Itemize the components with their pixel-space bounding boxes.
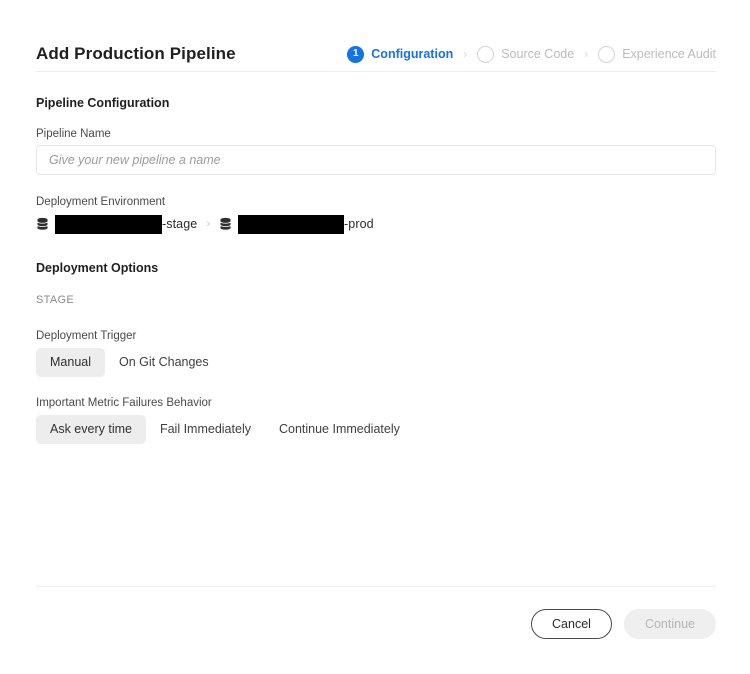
deployment-trigger-options: Manual On Git Changes: [36, 348, 223, 377]
stage-group-label: STAGE: [36, 294, 74, 306]
step-separator-icon: ›: [584, 47, 589, 61]
metric-failures-options: Ask every time Fail Immediately Continue…: [36, 415, 414, 444]
dialog-footer: Cancel Continue: [36, 608, 716, 640]
label-deployment-trigger: Deployment Trigger: [36, 330, 137, 342]
step-source-code[interactable]: Source Code: [477, 45, 575, 63]
environment-name-stage: -stage: [55, 214, 198, 234]
continue-button[interactable]: Continue: [623, 609, 716, 639]
redacted-environment-name: [238, 214, 345, 234]
redacted-environment-name: [55, 214, 162, 234]
metric-failures-option-fail-immediately[interactable]: Fail Immediately: [146, 415, 265, 444]
step-label-experience-audit: Experience Audit: [622, 47, 716, 61]
step-number-badge: 1: [347, 45, 365, 63]
step-number-badge: [477, 45, 495, 63]
cancel-button[interactable]: Cancel: [531, 609, 612, 639]
header-divider: [36, 71, 716, 72]
metric-failures-option-continue-immediately[interactable]: Continue Immediately: [265, 415, 414, 444]
environment-suffix-prod: -prod: [344, 217, 374, 231]
stack-icon: [220, 217, 231, 230]
deployment-environment-row: -stage › -prod: [36, 213, 374, 235]
step-label-configuration: Configuration: [371, 47, 454, 61]
section-title-deployment-options: Deployment Options: [36, 261, 159, 275]
step-configuration[interactable]: 1 Configuration: [347, 45, 454, 63]
step-label-source-code: Source Code: [501, 47, 575, 61]
stack-icon: [37, 217, 48, 230]
pipeline-name-input[interactable]: [36, 145, 716, 175]
deployment-trigger-option-manual[interactable]: Manual: [36, 348, 105, 377]
label-pipeline-name: Pipeline Name: [36, 128, 111, 140]
step-experience-audit[interactable]: Experience Audit: [598, 45, 716, 63]
environment-stage[interactable]: -stage: [36, 214, 198, 234]
deployment-trigger-option-on-git-changes[interactable]: On Git Changes: [105, 348, 223, 377]
add-pipeline-dialog: Add Production Pipeline 1 Configuration …: [0, 0, 750, 674]
wizard-stepper: 1 Configuration › Source Code › Experien…: [347, 45, 716, 63]
environment-name-prod: -prod: [238, 214, 374, 234]
step-number-badge: [598, 45, 616, 63]
environment-arrow-icon: ›: [206, 217, 211, 230]
step-separator-icon: ›: [463, 47, 468, 61]
page-title: Add Production Pipeline: [36, 44, 236, 63]
label-metric-failures-behavior: Important Metric Failures Behavior: [36, 397, 212, 409]
environment-prod[interactable]: -prod: [219, 214, 374, 234]
dialog-header: Add Production Pipeline 1 Configuration …: [36, 36, 716, 72]
section-title-pipeline-configuration: Pipeline Configuration: [36, 96, 170, 110]
label-deployment-environment: Deployment Environment: [36, 196, 166, 208]
metric-failures-option-ask-every-time[interactable]: Ask every time: [36, 415, 146, 444]
footer-divider: [36, 586, 716, 587]
environment-suffix-stage: -stage: [162, 217, 198, 231]
